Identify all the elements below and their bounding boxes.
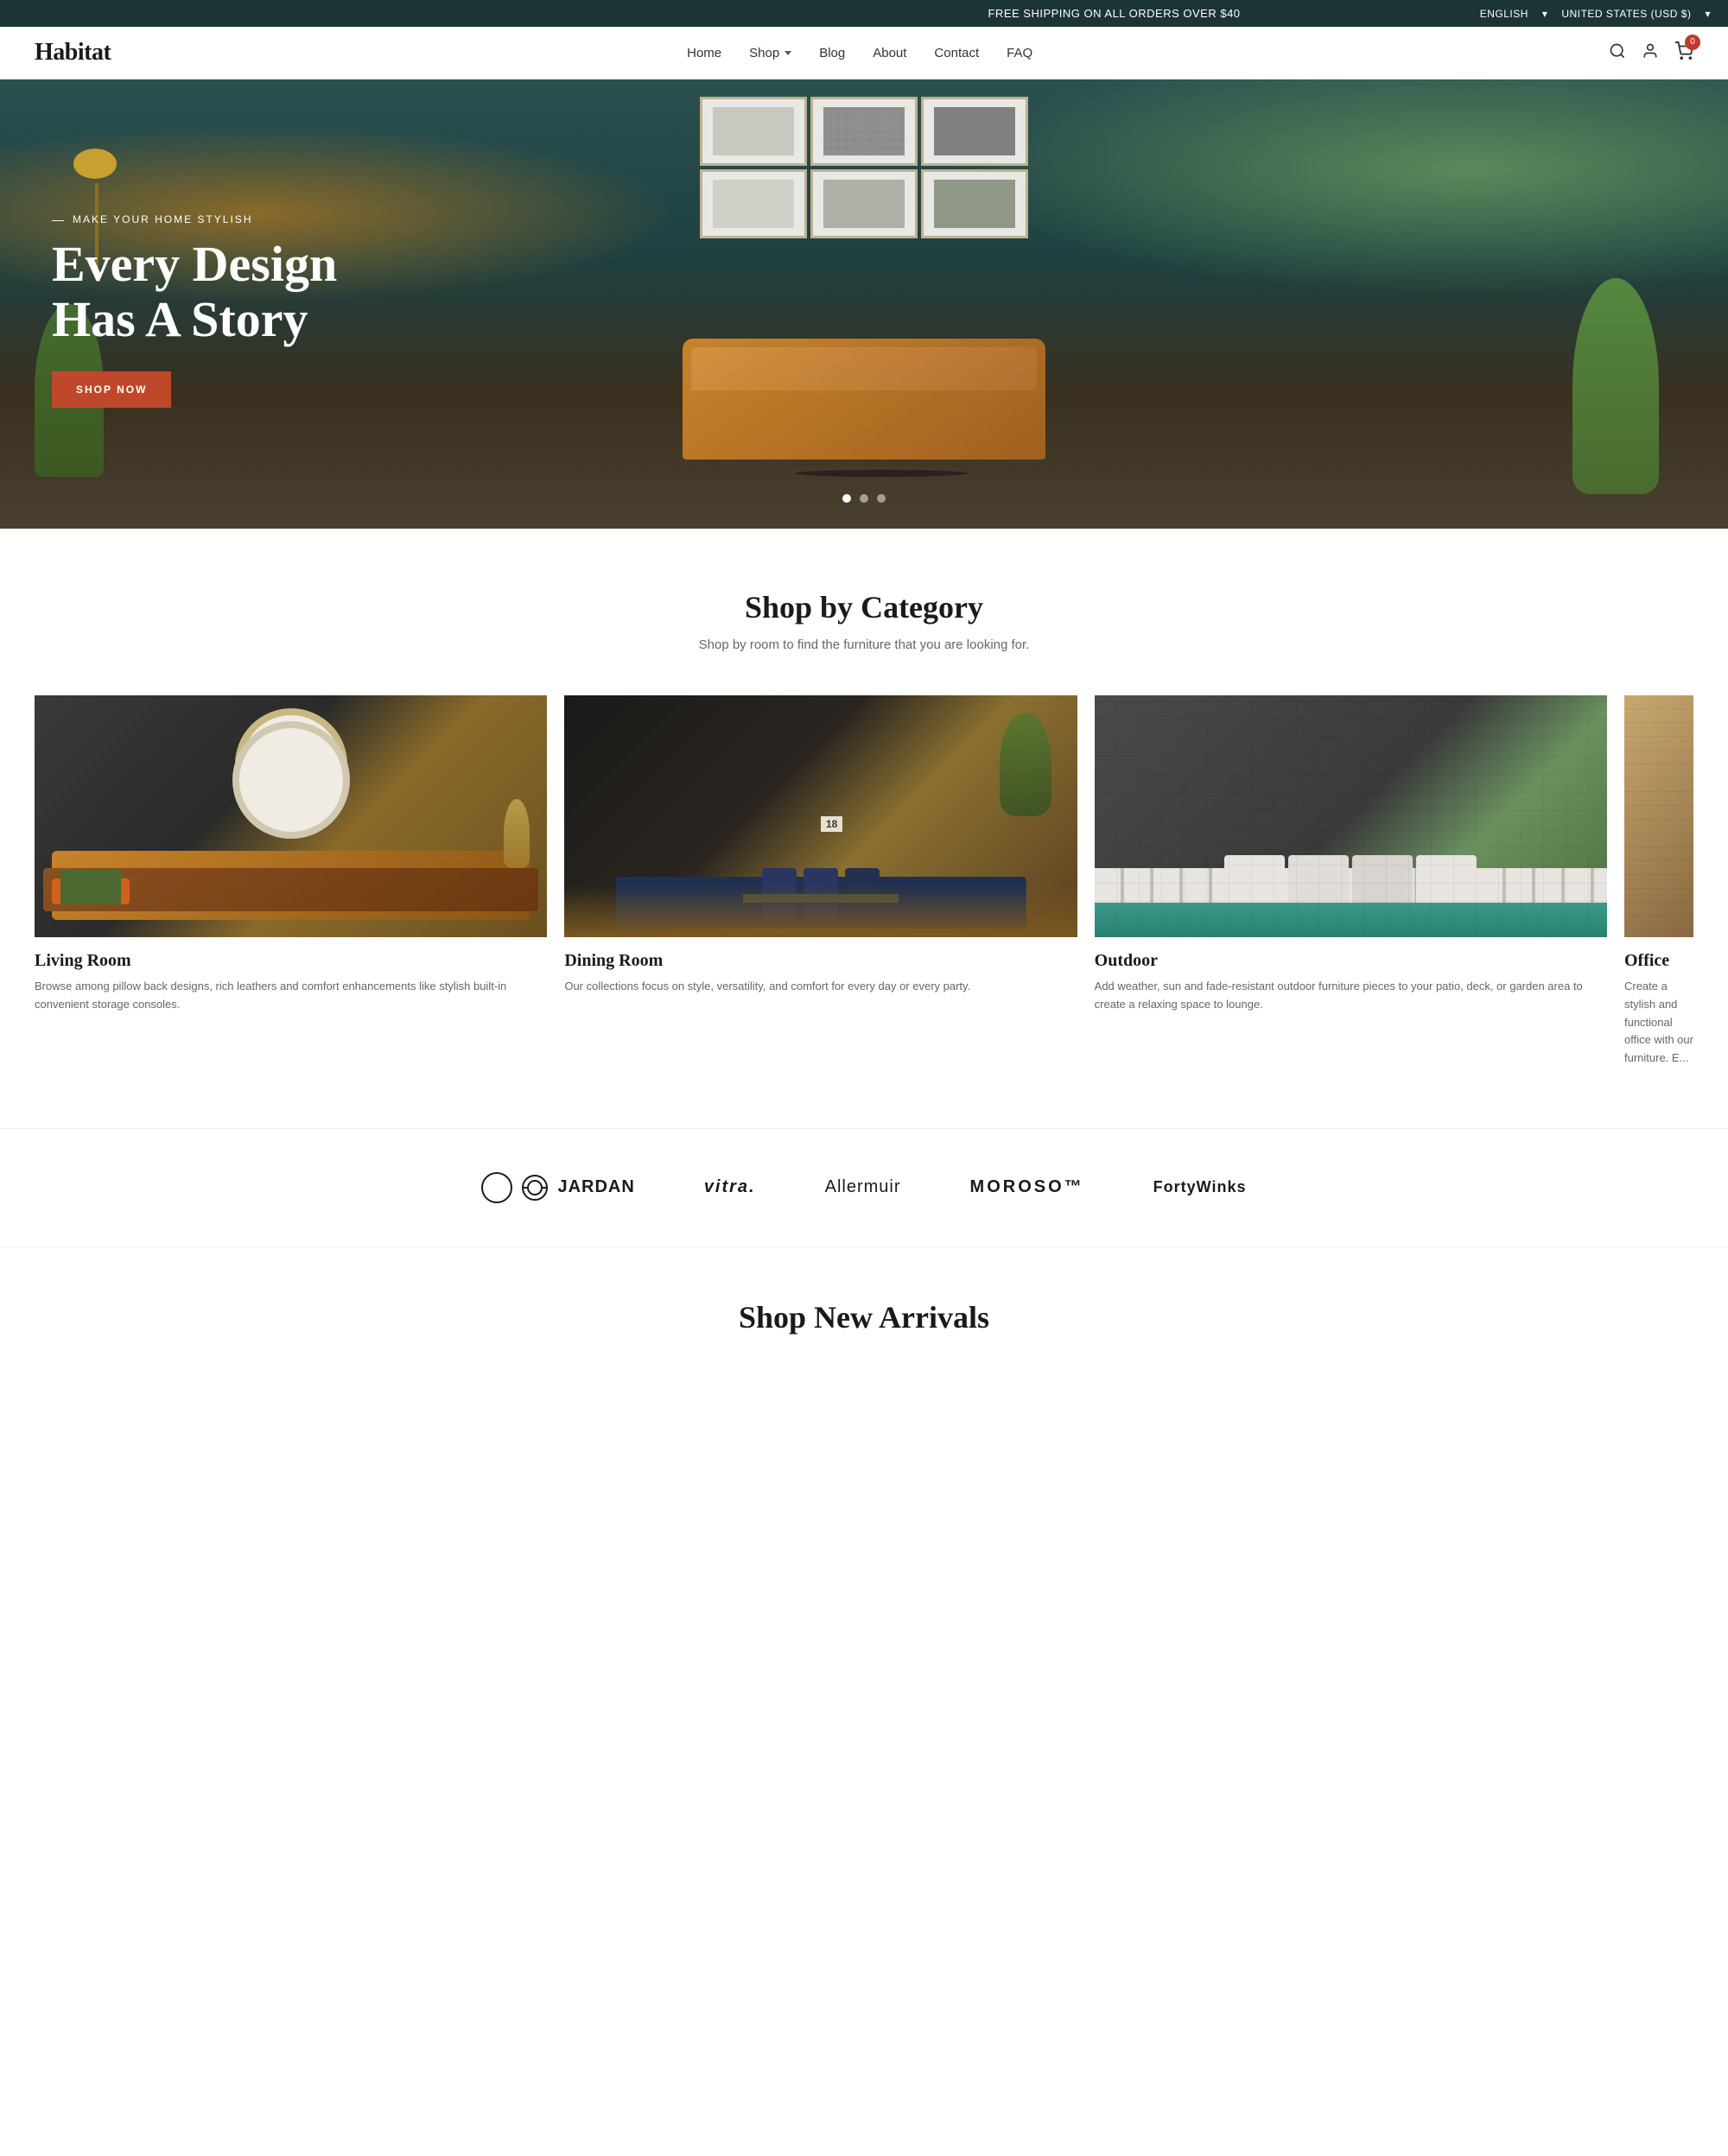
category-section-subtitle: Shop by room to find the furniture that … [35,637,1693,652]
wall-texture [1095,695,1607,937]
new-arrivals-title: Shop New Arrivals [35,1299,1693,1335]
brand-allermuir[interactable]: Allermuir [825,1177,901,1197]
announcement-bar: FREE SHIPPING ON ALL ORDERS OVER $40 ENG… [0,0,1728,27]
nav-contact[interactable]: Contact [934,46,979,60]
art-frame-4 [700,169,807,238]
nav-faq[interactable]: FAQ [1007,46,1032,60]
header-icons: 0 [1609,41,1693,65]
hero-indicators [842,494,886,503]
hero-wall-art [700,97,1028,238]
category-image-outdoor [1095,695,1607,937]
language-selector[interactable]: ENGLISH [1480,8,1528,20]
art-frame-6 [921,169,1028,238]
category-desc-dining-room: Our collections focus on style, versatil… [564,978,1077,996]
hero-content: MAKE YOUR HOME STYLISH Every Design Has … [52,212,415,408]
hero-lamp-head [73,149,117,179]
nav-container: Home Shop Blog About Contact FAQ [111,46,1609,60]
brand-vitra[interactable]: vitra. [704,1177,756,1197]
header-actions: 0 [1609,41,1693,65]
brand-jardan[interactable]: JARDAN [481,1172,634,1203]
nav-about[interactable]: About [873,46,906,60]
brands-row: JARDAN vitra. Allermuir MOROSO™ FortyWin… [35,1172,1693,1203]
art-frame-2 [810,97,918,166]
category-card-dining-room[interactable]: 18 Dining Room Our collections focus on … [564,695,1077,1068]
nav-shop[interactable]: Shop [749,46,791,60]
table-number: 18 [821,816,842,832]
category-image-dining-room: 18 [564,695,1077,937]
nav-blog[interactable]: Blog [819,46,845,60]
announcement-text: FREE SHIPPING ON ALL ORDERS OVER $40 [748,7,1479,20]
category-name-office: Office [1624,951,1693,971]
jardan-icon [521,1174,549,1202]
category-desc-office: Create a stylish and functional office w… [1624,978,1693,1068]
cart-badge: 0 [1685,35,1700,50]
category-card-outdoor[interactable]: Outdoor Add weather, sun and fade-resist… [1095,695,1607,1068]
shop-by-category-section: Shop by Category Shop by room to find th… [0,529,1728,1128]
art-frame-5 [810,169,918,238]
category-image-office [1624,695,1693,937]
wood-texture [1624,695,1693,937]
account-icon[interactable] [1642,42,1659,64]
announcement-right: ENGLISH ▾ UNITED STATES (USD $) ▾ [1480,8,1711,20]
dining-plant [1000,713,1051,816]
main-nav: Home Shop Blog About Contact FAQ [687,46,1032,60]
category-section-title: Shop by Category [35,589,1693,625]
category-card-living-room[interactable]: Living Room Browse among pillow back des… [35,695,547,1068]
shop-now-button[interactable]: SHOP NOW [52,371,171,408]
hero-dot-2[interactable] [860,494,868,503]
new-arrivals-section: Shop New Arrivals [0,1247,1728,1373]
category-image-living-room [35,695,547,937]
hero-plant-right [1572,278,1659,494]
category-name-dining-room: Dining Room [564,951,1077,971]
hero-dot-1[interactable] [842,494,851,503]
brand-fortywinks[interactable]: FortyWinks [1153,1178,1247,1196]
brand-moroso[interactable]: MOROSO™ [970,1177,1084,1197]
bench [43,868,538,911]
search-icon[interactable] [1609,42,1626,64]
currency-selector[interactable]: UNITED STATES (USD $) [1561,8,1691,20]
category-name-outdoor: Outdoor [1095,951,1607,971]
hero-coffee-table [795,470,968,477]
category-card-office[interactable]: Office Create a stylish and functional o… [1624,695,1693,1068]
header: Habitat Home Shop Blog About Contact FAQ [0,27,1728,79]
site-logo[interactable]: Habitat [35,39,111,67]
language-chevron: ▾ [1542,8,1548,20]
art-frame-3 [921,97,1028,166]
category-name-living-room: Living Room [35,951,547,971]
hero-title: Every Design Has A Story [52,237,415,347]
brands-section: JARDAN vitra. Allermuir MOROSO™ FortyWin… [0,1128,1728,1247]
category-desc-living-room: Browse among pillow back designs, rich l… [35,978,547,1014]
category-desc-outdoor: Add weather, sun and fade-resistant outd… [1095,978,1607,1014]
hero-dot-3[interactable] [877,494,886,503]
shop-dropdown-icon [785,51,791,55]
nav-home[interactable]: Home [687,46,721,60]
dining-floor [564,885,1077,937]
plant-dried [504,799,530,868]
currency-chevron: ▾ [1705,8,1711,20]
cushion-green [60,870,121,904]
art-frame-1 [700,97,807,166]
mirror-circle [235,708,347,821]
hero-section: MAKE YOUR HOME STYLISH Every Design Has … [0,79,1728,529]
cart-icon[interactable]: 0 [1674,41,1693,65]
hero-eyebrow: MAKE YOUR HOME STYLISH [52,212,415,226]
hero-sofa [683,339,1045,460]
category-grid: Living Room Browse among pillow back des… [35,695,1693,1068]
